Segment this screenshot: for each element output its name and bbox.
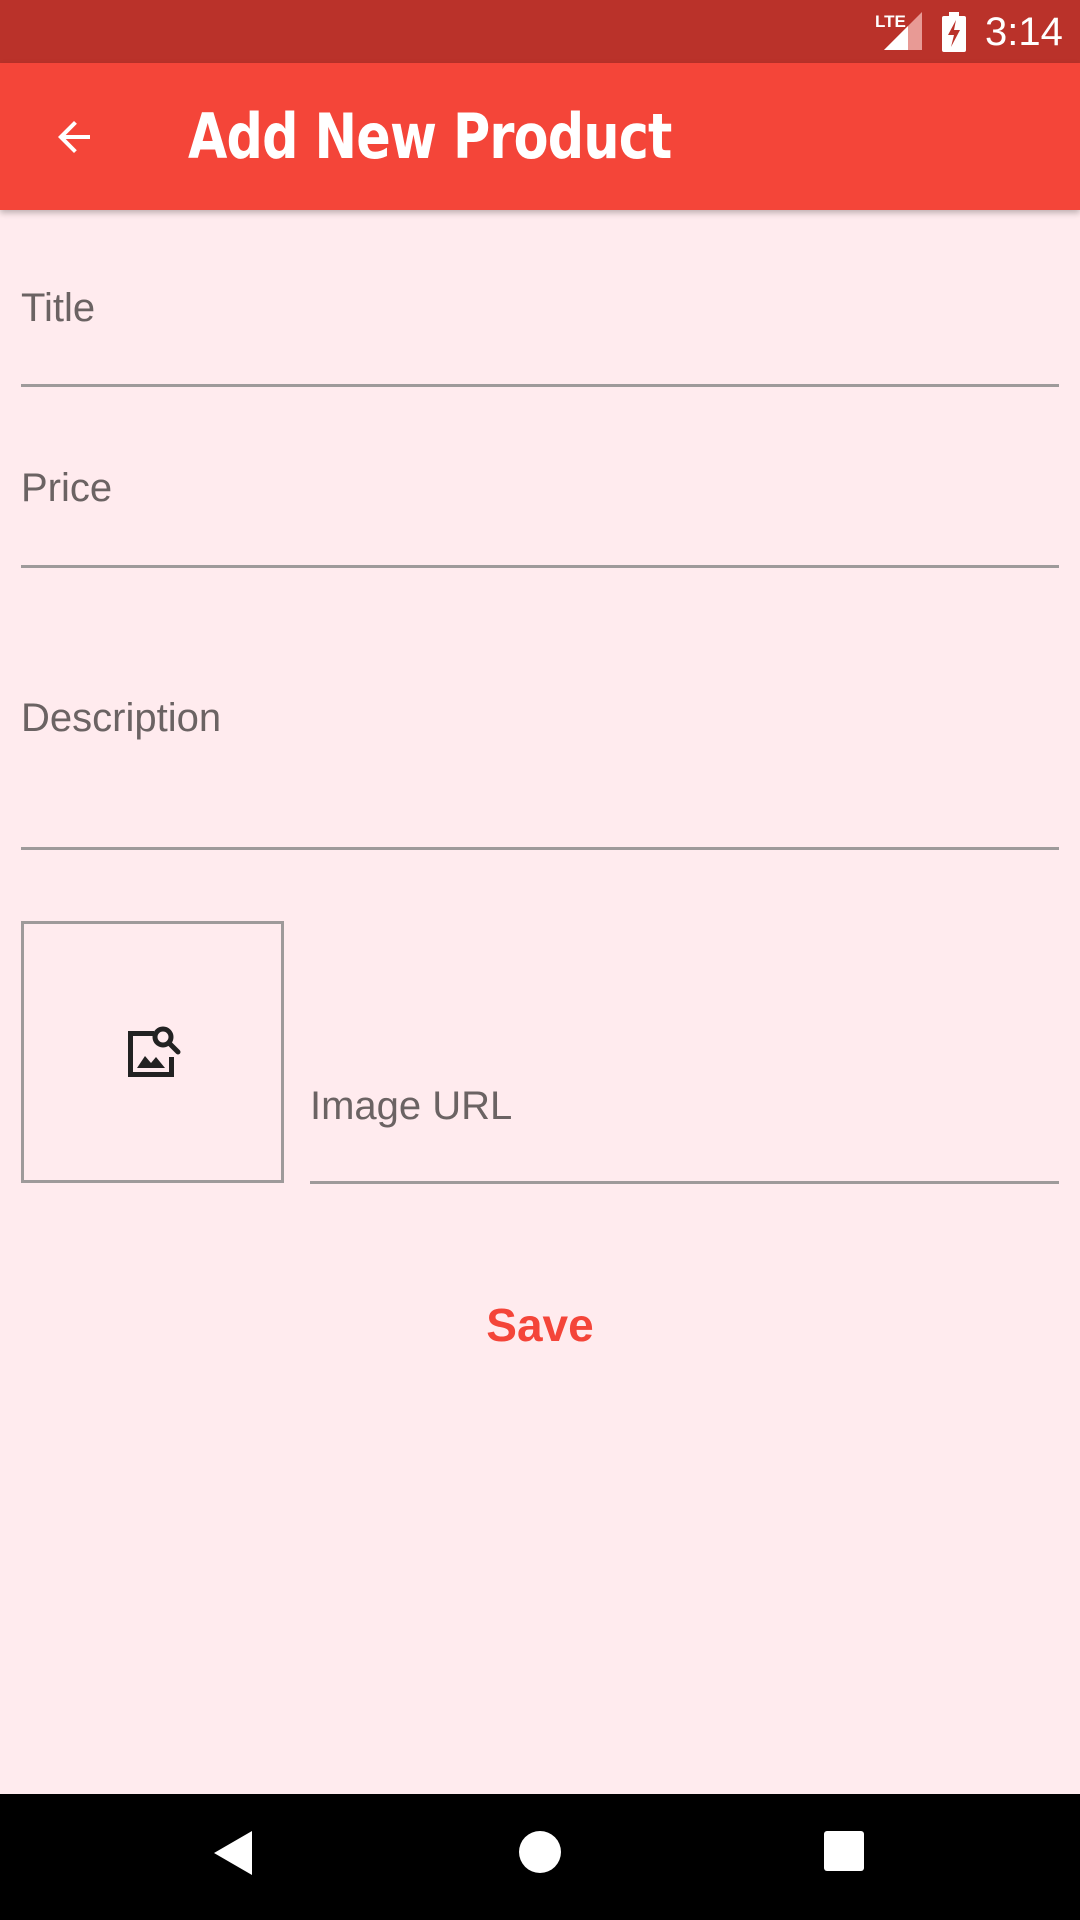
square-recents-icon[interactable]: [824, 1831, 864, 1871]
price-label: Price: [21, 466, 113, 510]
navigation-bar: [0, 1794, 1080, 1920]
image-url-label: Image URL: [310, 1084, 513, 1128]
back-button[interactable]: [32, 95, 116, 179]
description-field[interactable]: Description: [21, 660, 1059, 850]
image-search-icon: [127, 1026, 180, 1077]
clock: 3:14: [985, 10, 1063, 54]
battery-charging-icon: [942, 12, 966, 52]
page-title: Add New Product: [188, 100, 672, 173]
description-label: Description: [21, 696, 222, 740]
signal-icon: [884, 12, 922, 50]
circle-home-icon[interactable]: [519, 1831, 561, 1873]
status-bar: LTE 3:14: [0, 0, 1080, 63]
price-field[interactable]: Price: [21, 450, 1059, 568]
title-label: Title: [21, 286, 96, 330]
save-button[interactable]: Save: [440, 1290, 640, 1360]
screen: LTE 3:14 Add New Product Title Price Des…: [0, 0, 1080, 1920]
image-url-field[interactable]: Image URL: [310, 1050, 1059, 1184]
title-field[interactable]: Title: [21, 270, 1059, 387]
app-bar: Add New Product: [0, 63, 1080, 210]
arrow-back-icon: [58, 121, 90, 153]
triangle-back-icon[interactable]: [210, 1829, 254, 1877]
image-preview: [21, 921, 284, 1183]
